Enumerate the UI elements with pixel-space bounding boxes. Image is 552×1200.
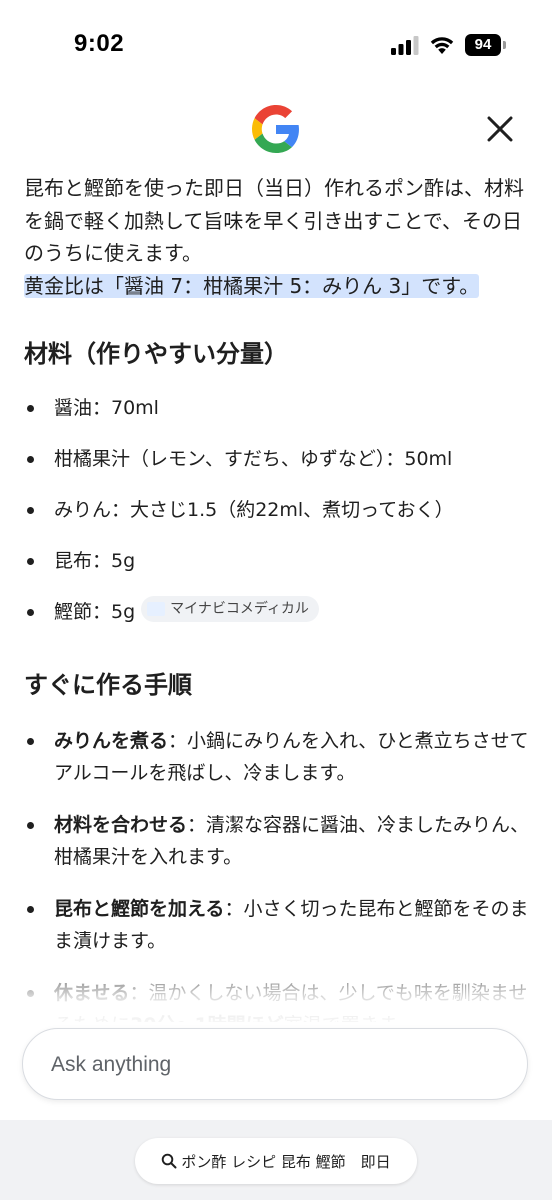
status-bar: 9:02 94 xyxy=(0,0,552,90)
steps-heading: すぐに作る手順 xyxy=(24,671,192,699)
list-item: みりんを煮る：小鍋にみりんを入れ、ひと煮立ちさせてアルコールを飛ばし、冷まします… xyxy=(24,725,534,789)
ingredients-heading: 材料（作りやすい分量） xyxy=(24,340,288,368)
ingredient-text: 昆布：5g xyxy=(54,550,136,572)
step-label: みりんを煮る xyxy=(54,730,169,752)
steps-list: みりんを煮る：小鍋にみりんを入れ、ひと煮立ちさせてアルコールを飛ばし、冷まします… xyxy=(24,725,534,1022)
step-separator: ： xyxy=(187,814,207,836)
intro-paragraph: 昆布と鰹節を使った即日（当日）作れるポン酢は、材料を鍋で軽く加熱して旨味を早く引… xyxy=(24,172,534,302)
step-separator: ： xyxy=(168,730,188,752)
step-label: 昆布と鰹節を加える xyxy=(54,898,225,920)
header xyxy=(0,95,552,165)
ingredient-text: 鰹節：5g xyxy=(54,601,136,623)
search-query-pill[interactable]: ポン酢 レシピ 昆布 鰹節 即日 xyxy=(135,1138,417,1184)
source-chip-label: マイナビコメディカル xyxy=(170,601,309,617)
step-emphasis: 30分〜1時間ほど xyxy=(130,1014,284,1022)
bottom-bar: ポン酢 レシピ 昆布 鰹節 即日 xyxy=(0,1120,552,1200)
battery-indicator: 94 xyxy=(465,34,506,56)
ai-answer-content: 昆布と鰹節を使った即日（当日）作れるポン酢は、材料を鍋で軽く加熱して旨味を早く引… xyxy=(24,172,534,1022)
intro-text: 昆布と鰹節を使った即日（当日）作れるポン酢は、材料を鍋で軽く加熱して旨味を早く引… xyxy=(24,176,524,265)
list-item: 鰹節：5g マイナビコメディカル xyxy=(24,596,534,647)
step-separator: ： xyxy=(224,898,244,920)
ingredient-text: 醤油：70ml xyxy=(54,397,159,419)
search-query-text: ポン酢 レシピ 昆布 鰹節 即日 xyxy=(181,1152,391,1171)
list-item: 柑橘果汁（レモン、すだち、ゆずなど）：50ml xyxy=(24,443,534,494)
battery-level: 94 xyxy=(465,34,501,56)
status-time: 9:02 xyxy=(74,30,125,57)
ingredient-text: 柑橘果汁（レモン、すだち、ゆずなど）：50ml xyxy=(54,448,453,470)
list-item: 材料を合わせる：清潔な容器に醤油、冷ましたみりん、柑橘果汁を入れます。 xyxy=(24,809,534,873)
ingredients-list: 醤油：70ml 柑橘果汁（レモン、すだち、ゆずなど）：50ml みりん：大さじ1… xyxy=(24,392,534,647)
wifi-icon xyxy=(430,37,454,54)
step-label: 材料を合わせる xyxy=(54,814,188,836)
status-icons: 94 xyxy=(391,34,506,56)
list-item: 休ませる：温かくしない場合は、少しでも味を馴染ませるために30分〜1時間ほど室温… xyxy=(24,977,534,1022)
list-item: 昆布と鰹節を加える：小さく切った昆布と鰹節をそのまま漬けます。 xyxy=(24,893,534,957)
ask-input[interactable] xyxy=(49,1047,493,1083)
google-logo-icon xyxy=(252,105,299,153)
step-label: 休ませる xyxy=(54,982,130,1004)
source-logo-icon xyxy=(147,602,166,616)
close-button[interactable] xyxy=(484,113,516,145)
list-item: 醤油：70ml xyxy=(24,392,534,443)
list-item: みりん：大さじ1.5（約22ml、煮切っておく） xyxy=(24,494,534,545)
source-chip[interactable]: マイナビコメディカル xyxy=(141,596,319,622)
cellular-signal-icon xyxy=(391,36,419,55)
list-item: 昆布：5g xyxy=(24,545,534,596)
step-separator: ： xyxy=(129,982,149,1004)
search-icon xyxy=(162,1153,177,1169)
golden-ratio-highlight: 黄金比は「醤油 7：柑橘果汁 5：みりん 3」です。 xyxy=(24,273,480,298)
ingredient-text: みりん：大さじ1.5（約22ml、煮切っておく） xyxy=(54,499,454,521)
step-text: 室温で置きま xyxy=(284,1014,398,1022)
battery-tip xyxy=(503,41,506,49)
ask-box[interactable] xyxy=(22,1028,528,1100)
